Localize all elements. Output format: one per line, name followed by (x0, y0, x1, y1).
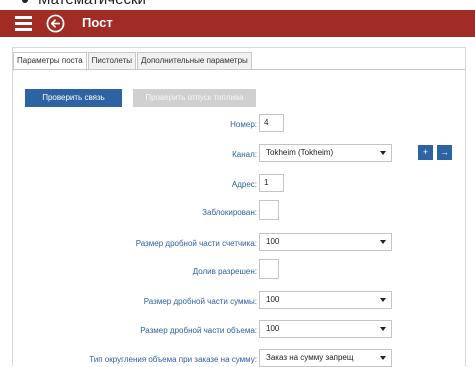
topup-allowed-label: Долив разрешен: (192, 267, 257, 276)
bullet-icon (22, 0, 28, 3)
hamburger-menu-icon[interactable] (15, 16, 32, 31)
chevron-down-icon (380, 298, 386, 302)
address-label: Адрес: (231, 180, 257, 189)
chevron-down-icon (380, 151, 386, 155)
channel-select-value: Tokheim (Tokheim) (266, 148, 334, 157)
rounding-type-select[interactable]: Заказ на сумму запрещ (259, 349, 392, 367)
sum-fraction-select[interactable]: 100 (259, 291, 392, 309)
volume-fraction-select[interactable]: 100 (259, 320, 392, 338)
top-caption: Математически (0, 0, 475, 10)
blocked-label: Заблокирован: (202, 208, 257, 217)
blocked-checkbox[interactable] (259, 200, 279, 220)
back-arrow-icon[interactable] (46, 14, 65, 33)
sum-fraction-label: Размер дробной части суммы: (143, 297, 257, 306)
sum-fraction-value: 100 (266, 295, 280, 304)
check-connection-button[interactable]: Проверить связь (25, 89, 122, 107)
rounding-type-value: Заказ на сумму запрещ (266, 353, 354, 362)
number-label: Номер: (230, 120, 257, 129)
counter-fraction-value: 100 (266, 237, 280, 246)
chevron-down-icon (380, 356, 386, 360)
topup-allowed-checkbox[interactable] (259, 259, 279, 279)
rounding-type-label: Тип округления объема при заказе на сумм… (89, 355, 257, 364)
channel-label: Канал: (232, 150, 257, 159)
top-caption-text: Математически (38, 0, 146, 8)
tab-divider (13, 69, 465, 70)
add-channel-button[interactable]: + (418, 145, 433, 160)
tab-nozzles[interactable]: Пистолеты (87, 52, 137, 70)
check-fuel-release-button[interactable]: Проверить отпуск топлива (133, 89, 256, 107)
counter-fraction-select[interactable]: 100 (259, 233, 392, 251)
chevron-down-icon (380, 327, 386, 331)
channel-select[interactable]: Tokheim (Tokheim) (259, 144, 392, 162)
page-title: Пост (82, 15, 113, 30)
volume-fraction-value: 100 (266, 324, 280, 333)
post-panel: Параметры поста Пистолеты Дополнительные… (12, 47, 466, 367)
counter-fraction-label: Размер дробной части счетчика: (135, 239, 257, 248)
number-field[interactable]: 4 (259, 114, 284, 132)
chevron-down-icon (380, 240, 386, 244)
volume-fraction-label: Размер дробной части объема: (140, 326, 257, 335)
tab-bar: Параметры поста Пистолеты Дополнительные… (13, 52, 253, 71)
address-field[interactable]: 1 (259, 174, 284, 192)
go-channel-button[interactable]: → (437, 145, 452, 160)
title-bar: Пост (0, 10, 475, 37)
tab-additional-parameters[interactable]: Дополнительные параметры (137, 52, 252, 70)
